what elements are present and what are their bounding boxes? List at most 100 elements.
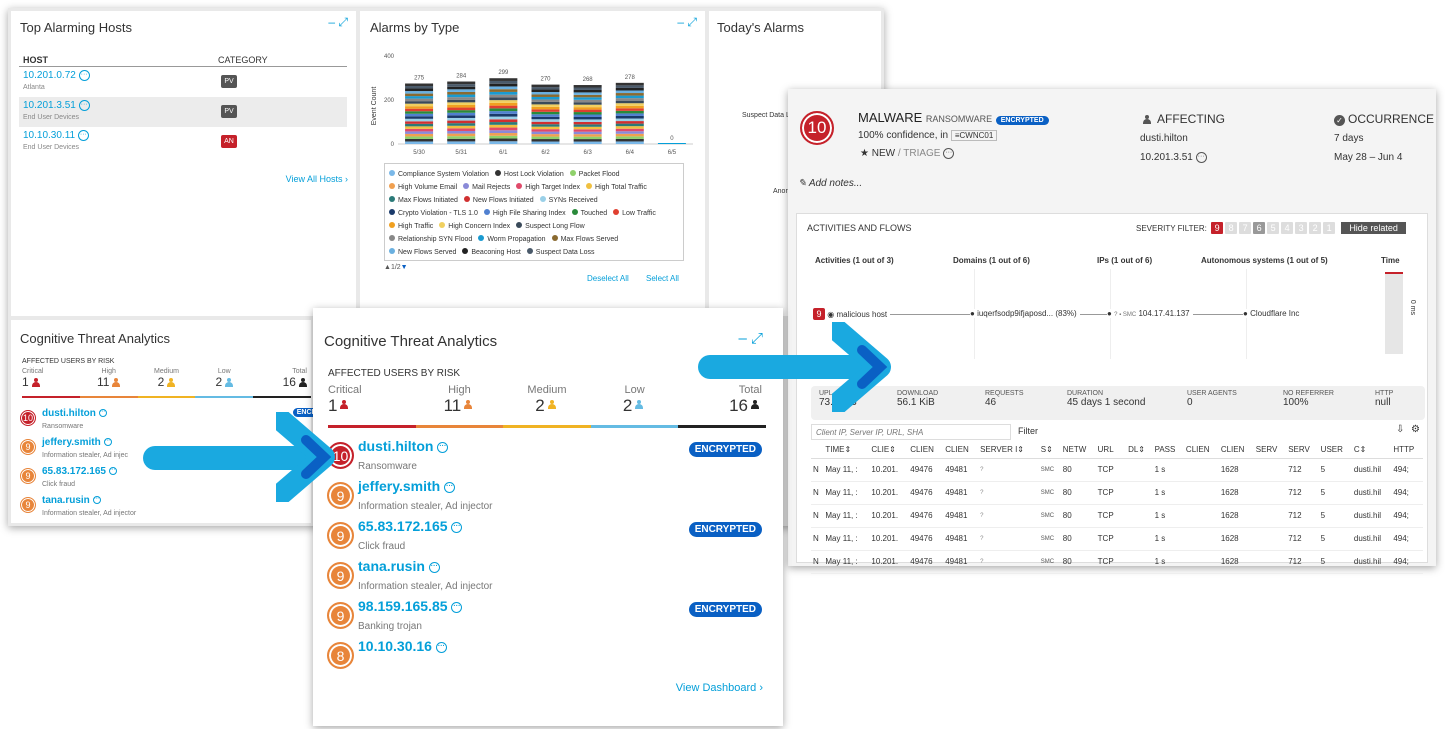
bar-segment[interactable] [447, 133, 476, 137]
legend-item[interactable]: Mail Rejects [463, 183, 510, 193]
bar-segment[interactable] [489, 116, 518, 120]
bar-segment[interactable] [405, 86, 434, 89]
bar-segment[interactable] [489, 135, 518, 139]
bar-segment[interactable] [447, 130, 476, 134]
table-header[interactable]: DL⇕ [1126, 442, 1153, 458]
bar-segment[interactable] [615, 85, 644, 88]
bar-segment[interactable] [615, 90, 644, 94]
legend-item[interactable]: Worm Propagation [478, 235, 546, 245]
bar-segment[interactable] [447, 112, 476, 116]
legend-item[interactable]: High Volume Email [389, 183, 457, 193]
bar-segment[interactable] [447, 117, 476, 121]
bar-segment[interactable] [405, 103, 434, 107]
bar-segment[interactable] [489, 122, 518, 125]
bar-segment[interactable] [447, 84, 476, 87]
bar-segment[interactable] [531, 116, 560, 120]
status-line[interactable]: ★ NEW / TRIAGE ··· [860, 148, 955, 159]
host-row[interactable]: 10.10.30.11 ··· End User Devices AN [19, 127, 347, 157]
user-row[interactable]: 9 65.83.172.165 ··· Click fraud ENCRYPTED [324, 518, 770, 558]
severity-filter-6[interactable]: 6 [1253, 222, 1266, 234]
bar-segment[interactable] [615, 141, 644, 144]
user-row[interactable]: 8 10.10.30.16 ··· [324, 638, 770, 678]
user-name[interactable]: jeffery.smith ··· [42, 437, 112, 448]
bar-segment[interactable] [405, 113, 434, 117]
bar-segment[interactable] [531, 84, 560, 88]
bar-segment[interactable] [615, 123, 644, 127]
bar-segment[interactable] [447, 81, 476, 85]
severity-filter-3[interactable]: 3 [1295, 222, 1308, 234]
bar-segment[interactable] [489, 102, 518, 106]
bar-segment[interactable] [447, 104, 476, 108]
bar-segment[interactable] [531, 92, 560, 95]
table-row[interactable]: N May 11, : 10.201. 49476 49481? SMC 80 TCP 1 s 1… [811, 481, 1423, 504]
table-header[interactable]: CLIEN [943, 442, 978, 458]
bar-segment[interactable] [447, 94, 476, 98]
bar-segment[interactable] [615, 133, 644, 137]
view-all-hosts-link[interactable]: View All Hosts › [286, 174, 348, 184]
user-name[interactable]: tana.rusin ··· [42, 495, 101, 506]
legend-item[interactable]: Max Flows Initiated [389, 196, 458, 206]
user-name[interactable]: 65.83.172.165 ··· [358, 518, 463, 534]
severity-filter-1[interactable]: 1 [1323, 222, 1336, 234]
more-icon[interactable]: ··· [444, 481, 456, 493]
legend-item[interactable]: High Total Traffic [586, 183, 647, 193]
bar-segment[interactable] [615, 110, 644, 114]
bar-segment[interactable] [531, 136, 560, 140]
bar-segment[interactable] [489, 138, 518, 142]
table-header[interactable]: CLIE⇕ [869, 442, 908, 458]
bar-segment[interactable] [405, 93, 434, 97]
bar-segment[interactable] [405, 128, 434, 132]
host-ip[interactable]: 10.201.0.72 ··· [23, 70, 90, 81]
filter-button[interactable]: Filter [1018, 426, 1038, 436]
legend-item[interactable]: Packet Flood [569, 170, 620, 180]
bar-segment[interactable] [531, 119, 560, 122]
bar-segment[interactable] [573, 104, 602, 108]
bar-segment[interactable] [489, 94, 518, 98]
more-icon[interactable]: ··· [92, 496, 101, 505]
bar-segment[interactable] [531, 139, 560, 142]
bar-segment[interactable] [405, 118, 434, 122]
bar-segment[interactable] [447, 97, 476, 100]
risk-total[interactable]: Total 16 [678, 384, 766, 428]
table-header[interactable]: SERVER I⇕ [978, 442, 1039, 458]
user-row[interactable]: 10 dusti.hilton ··· Ransomware ENCRYPTED [324, 438, 770, 478]
bar-segment[interactable] [489, 80, 518, 84]
user-name[interactable]: jeffery.smith ··· [358, 478, 456, 494]
bar-segment[interactable] [531, 124, 560, 127]
bar-segment[interactable] [489, 100, 518, 103]
bar-segment[interactable] [615, 118, 644, 122]
legend-item[interactable]: Relationship SYN Flood [389, 235, 472, 245]
bar-segment[interactable] [573, 121, 602, 125]
severity-filter-4[interactable]: 4 [1281, 222, 1294, 234]
bar-segment[interactable] [489, 108, 518, 112]
bar-segment[interactable] [447, 141, 476, 144]
bar-segment[interactable] [489, 119, 518, 123]
bar-segment[interactable] [615, 87, 644, 91]
bar-segment[interactable] [531, 109, 560, 112]
more-icon[interactable]: ··· [943, 148, 955, 159]
bar-segment[interactable] [615, 126, 644, 129]
host-ip[interactable]: 10.10.30.11 ··· [23, 130, 89, 141]
more-icon[interactable]: ··· [108, 467, 117, 476]
legend-item[interactable]: High Concern Index [439, 222, 510, 232]
bar-segment[interactable] [573, 126, 602, 130]
bar-segment[interactable] [573, 141, 602, 144]
hide-related-button[interactable]: Hide related [1341, 222, 1406, 234]
bar-segment[interactable] [447, 102, 476, 105]
risk-critical[interactable]: Critical 1 [22, 368, 80, 398]
panel-controls[interactable]: ‒ ⤢ [738, 330, 763, 347]
bar-segment[interactable] [573, 139, 602, 142]
bar-segment[interactable] [447, 123, 476, 126]
filter-input[interactable] [811, 424, 1011, 440]
more-icon[interactable]: ··· [77, 130, 89, 141]
bar-segment[interactable] [447, 136, 476, 139]
bar-segment[interactable] [447, 86, 476, 90]
bar-segment[interactable] [531, 96, 560, 100]
bar-segment[interactable] [489, 91, 518, 95]
bar-segment[interactable] [489, 113, 518, 117]
download-icon[interactable]: ⇩ [1396, 424, 1404, 435]
table-header[interactable]: PASS [1153, 442, 1184, 458]
bar-segment[interactable] [489, 78, 518, 81]
bar-segment[interactable] [447, 91, 476, 95]
user-name[interactable]: 98.159.165.85 ··· [358, 598, 463, 614]
